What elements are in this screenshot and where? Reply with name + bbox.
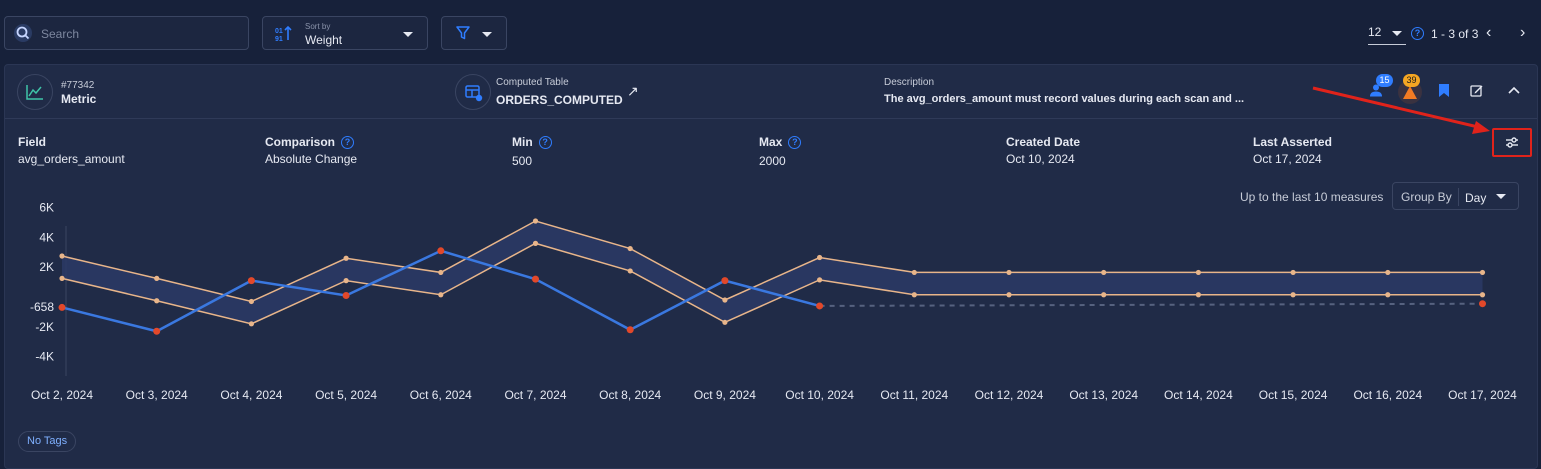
toolbar: Search 01 91 Sort by Weight 12 ? 1 - 3 o… — [0, 0, 1541, 64]
edit-icon[interactable] — [1470, 84, 1483, 97]
description-label: Description — [884, 77, 935, 88]
page-size-select[interactable]: 12 — [1368, 25, 1406, 45]
rule-properties: Field avg_orders_amount Comparison? Abso… — [5, 121, 1537, 181]
table-type-badge — [455, 74, 491, 110]
rule-type-badge — [17, 74, 53, 110]
filter-icon — [456, 26, 470, 40]
warning-icon — [1403, 86, 1417, 99]
svg-text:91: 91 — [275, 36, 283, 43]
line-chart-icon — [26, 85, 43, 100]
chart-settings-button[interactable] — [1492, 128, 1532, 157]
sliders-icon — [1506, 137, 1518, 148]
prev-page-button[interactable]: ‹ — [1486, 24, 1491, 42]
search-icon — [14, 24, 32, 42]
min-value: 500 — [512, 154, 533, 168]
sort-label: Sort by — [305, 22, 331, 31]
page-range: 1 - 3 of 3 — [1431, 27, 1479, 41]
table-name: ORDERS_COMPUTED — [496, 93, 623, 107]
chevron-down-icon — [1392, 31, 1402, 36]
help-icon[interactable]: ? — [1411, 27, 1424, 40]
created-date-label: Created Date — [1006, 135, 1081, 149]
min-label: Min — [512, 135, 533, 149]
divider — [1458, 188, 1459, 206]
sort-dropdown[interactable]: 01 91 Sort by Weight — [262, 16, 428, 50]
help-icon[interactable]: ? — [788, 136, 802, 149]
sort-icon: 01 91 — [275, 25, 292, 43]
help-icon[interactable]: ? — [341, 136, 355, 149]
chevron-down-icon — [482, 32, 492, 37]
rule-type: Metric — [61, 92, 97, 106]
comparison-value: Absolute Change — [265, 152, 358, 166]
group-by-select[interactable]: Group By Day — [1392, 182, 1519, 210]
check-card: #77342 Metric Computed Table ORDERS_COMP… — [4, 64, 1538, 469]
filter-button[interactable] — [441, 16, 507, 50]
help-icon[interactable]: ? — [538, 136, 552, 149]
assignee-count-badge: 15 — [1376, 74, 1393, 87]
rule-id: #77342 — [61, 80, 95, 91]
measures-caption: Up to the last 10 measures — [1240, 190, 1384, 204]
anomaly-count-badge: 39 — [1403, 74, 1420, 87]
description-text: The avg_orders_amount must record values… — [884, 93, 1245, 105]
comparison-label: Comparison — [265, 135, 336, 149]
collapse-icon[interactable] — [1508, 86, 1520, 94]
min-heading: Min? — [512, 135, 552, 149]
comparison-heading: Comparison? — [265, 135, 355, 149]
created-date-value: Oct 10, 2024 — [1006, 152, 1075, 166]
sort-value: Weight — [305, 33, 343, 47]
max-heading: Max? — [759, 135, 802, 149]
max-value: 2000 — [759, 154, 786, 168]
next-page-button[interactable]: › — [1520, 24, 1525, 42]
group-by-value: Day — [1465, 191, 1487, 205]
no-tags-badge[interactable]: No Tags — [18, 431, 77, 452]
search-placeholder: Search — [41, 27, 80, 41]
field-label: Field — [18, 135, 47, 149]
search-input[interactable]: Search — [4, 16, 249, 50]
computed-table-icon — [465, 85, 483, 102]
table-kind: Computed Table — [496, 77, 569, 88]
max-label: Max — [759, 135, 783, 149]
card-header: #77342 Metric Computed Table ORDERS_COMP… — [5, 65, 1537, 119]
chevron-down-icon — [403, 32, 413, 37]
group-by-label: Group By — [1401, 190, 1452, 204]
external-link-icon[interactable]: ↗ — [627, 83, 639, 100]
last-asserted-label: Last Asserted — [1253, 135, 1332, 149]
page-size-value: 12 — [1368, 25, 1382, 39]
bookmark-icon[interactable] — [1439, 84, 1449, 97]
chevron-down-icon — [1496, 194, 1506, 199]
field-value: avg_orders_amount — [18, 152, 125, 166]
last-asserted-value: Oct 17, 2024 — [1253, 152, 1322, 166]
svg-text:01: 01 — [275, 28, 283, 35]
